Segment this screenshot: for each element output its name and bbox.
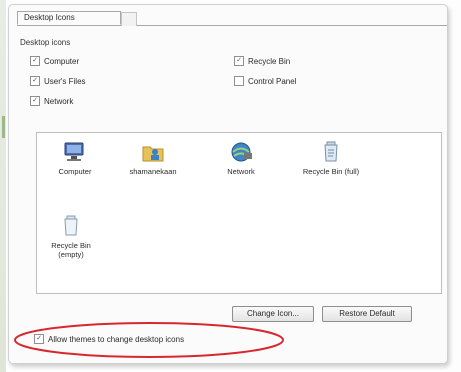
computer-icon [64, 142, 84, 161]
checkbox-users-files[interactable]: ✓ User's Files [30, 76, 86, 86]
allow-themes-label: Allow themes to change desktop icons [48, 334, 185, 344]
icon-label: shamanekaan [129, 167, 177, 176]
icon-item-user-folder[interactable]: shamanekaan [125, 141, 181, 176]
allow-themes-checkbox[interactable]: ✓ Allow themes to change desktop icons [34, 334, 184, 344]
checkbox-box[interactable]: ✓ [30, 96, 40, 106]
checkbox-box[interactable]: ✓ [30, 76, 40, 86]
icon-label: Network [227, 167, 255, 176]
icon-label: Computer [58, 167, 92, 176]
checkbox-label: Network [44, 96, 74, 106]
checkbox-label: Control Panel [248, 76, 297, 86]
tab-next[interactable] [121, 12, 137, 26]
tab-strip: Desktop Icons [17, 11, 447, 26]
icon-item-computer[interactable]: Computer [47, 141, 103, 176]
dialog-window: Desktop Icons Desktop icons ✓ Computer ✓… [0, 0, 461, 372]
window-left-edge [0, 0, 6, 372]
icon-label: Recycle Bin (empty) [51, 241, 91, 259]
icon-list-panel[interactable]: Computer shamanekaan Network Recycle Bin… [36, 132, 442, 294]
icon-item-recycle-bin-empty[interactable]: Recycle Bin (empty) [43, 215, 99, 259]
checkbox-recycle-bin[interactable]: ✓ Recycle Bin [234, 56, 290, 66]
checkbox-label: Computer [44, 56, 80, 66]
checkbox-label: Recycle Bin [248, 56, 291, 66]
checkbox-computer[interactable]: ✓ Computer [30, 56, 79, 66]
icon-label: Recycle Bin (full) [302, 167, 360, 176]
window-edge-marker [2, 116, 5, 138]
recycle-bin-full-icon [324, 141, 338, 162]
checkbox-control-panel[interactable]: Control Panel [234, 76, 296, 86]
network-icon [231, 142, 252, 162]
checkbox-box[interactable]: ✓ [30, 56, 40, 66]
checkbox-box[interactable]: ✓ [234, 56, 244, 66]
group-title: Desktop icons [20, 38, 71, 47]
checkbox-box[interactable]: ✓ [34, 334, 44, 344]
checkbox-box[interactable] [234, 76, 244, 86]
recycle-bin-empty-icon [64, 215, 78, 236]
icon-item-recycle-bin-full[interactable]: Recycle Bin (full) [301, 141, 361, 176]
restore-default-button[interactable]: Restore Default [322, 306, 412, 322]
icon-item-network[interactable]: Network [213, 141, 269, 176]
tab-desktop-icons[interactable]: Desktop Icons [17, 11, 121, 25]
checkbox-network[interactable]: ✓ Network [30, 96, 73, 106]
user-folder-icon [142, 146, 164, 162]
checkbox-label: User's Files [44, 76, 86, 86]
